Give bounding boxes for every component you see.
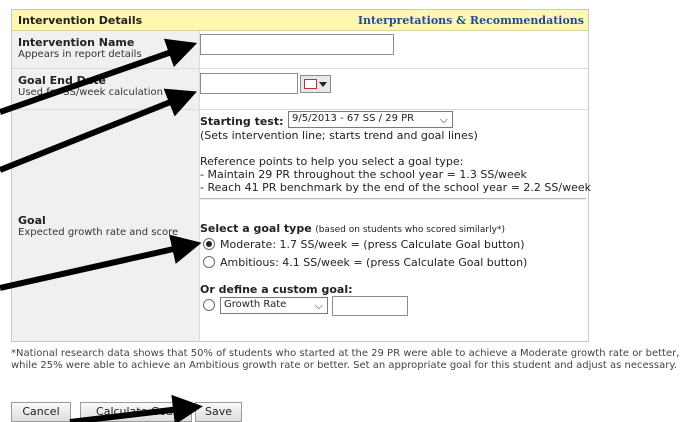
panel-title: Intervention Details — [18, 14, 143, 27]
intervention-name-title: Intervention Name — [18, 36, 135, 49]
goal-date-hint: Used for SS/week calculation — [18, 87, 163, 98]
interpretations-link[interactable]: Interpretations & Recommendations — [358, 14, 584, 27]
goal-title: Goal — [18, 214, 46, 227]
panel-header: Intervention Details Interpretations & R… — [12, 10, 588, 31]
starting-test-select[interactable]: 9/5/2013 - 67 SS / 29 PR ⌵ — [288, 111, 453, 128]
ambitious-radio[interactable] — [203, 256, 215, 268]
reference-point-1: - Maintain 29 PR throughout the school y… — [200, 168, 527, 181]
calculate-goal-button[interactable]: Calculate Goal — [80, 402, 192, 422]
intervention-name-hint: Appears in report details — [18, 49, 142, 60]
custom-goal-value-input[interactable] — [332, 296, 408, 316]
ambitious-option-label[interactable]: Ambitious: 4.1 SS/week = (press Calculat… — [220, 256, 527, 269]
goal-label: Goal Expected growth rate and score — [12, 110, 199, 341]
goal-date-input[interactable] — [200, 73, 298, 94]
custom-goal-label: Or define a custom goal: — [200, 283, 353, 296]
calendar-icon — [304, 79, 317, 89]
starting-test-note: (Sets intervention line; starts trend an… — [200, 129, 478, 142]
cancel-button[interactable]: Cancel — [11, 402, 71, 422]
custom-goal-radio[interactable] — [203, 299, 215, 311]
goal-type-label: Select a goal type — [200, 222, 312, 235]
goal-date-title: Goal End Date — [18, 74, 106, 87]
goal-type-hint: (based on students who scored similarly*… — [315, 225, 505, 235]
intervention-name-input[interactable] — [200, 34, 394, 55]
starting-test-label: Starting test: — [200, 115, 284, 128]
save-button[interactable]: Save — [195, 402, 242, 422]
intervention-name-label: Intervention Name Appears in report deta… — [12, 31, 199, 69]
goal-type-heading: Select a goal type (based on students wh… — [200, 222, 505, 235]
moderate-option-label[interactable]: Moderate: 1.7 SS/week = (press Calculate… — [220, 238, 525, 251]
goal-date-label: Goal End Date Used for SS/week calculati… — [12, 69, 199, 110]
footnote: *National research data shows that 50% o… — [11, 348, 680, 371]
reference-point-2: - Reach 41 PR benchmark by the end of th… — [200, 181, 591, 194]
dropdown-arrow-icon — [319, 82, 327, 87]
moderate-radio[interactable] — [203, 238, 215, 250]
goal-hint: Expected growth rate and score — [18, 227, 179, 238]
chevron-down-icon: ⌵ — [439, 113, 448, 126]
reference-intro: Reference points to help you select a go… — [200, 155, 464, 168]
divider — [200, 198, 586, 200]
chevron-down-icon: ⌵ — [314, 299, 323, 312]
calendar-picker-button[interactable] — [300, 75, 331, 93]
custom-goal-type-value: Growth Rate — [224, 299, 287, 310]
starting-test-value: 9/5/2013 - 67 SS / 29 PR — [292, 113, 415, 124]
custom-goal-type-select[interactable]: Growth Rate ⌵ — [220, 297, 328, 314]
